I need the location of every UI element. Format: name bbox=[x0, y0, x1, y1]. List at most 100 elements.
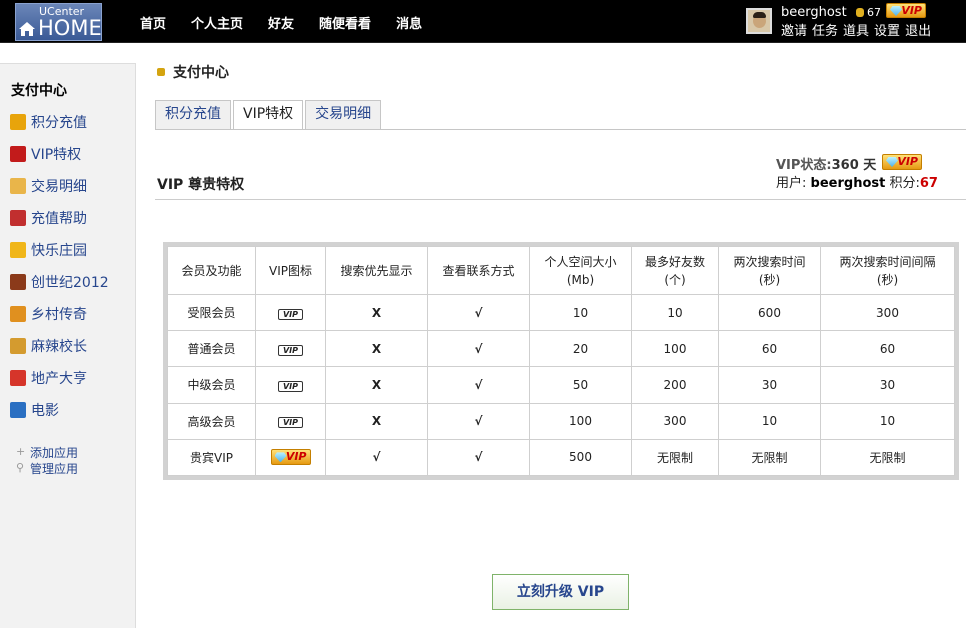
props-link[interactable]: 道具 bbox=[843, 20, 869, 39]
upgrade-vip-button[interactable]: 立刻升级 VIP bbox=[492, 574, 629, 610]
sidebar-item-genesis-2012[interactable]: 创世纪2012 bbox=[10, 266, 109, 298]
sidebar-item-movie[interactable]: 电影 bbox=[10, 394, 109, 426]
wrench-icon: ⚲ bbox=[16, 461, 25, 474]
sidebar-item-happy-farm[interactable]: 快乐庄园 bbox=[10, 234, 109, 266]
vip-privilege-table-frame: 会员及功能 VIP图标 搜索优先显示 查看联系方式 个人空间大小 (Mb) 最多… bbox=[163, 242, 959, 480]
vip-level-icon: VIP bbox=[278, 308, 303, 320]
col-search-interval: 两次搜索时间间隔 (秒) bbox=[820, 246, 955, 295]
sidebar: 支付中心 积分充值 VIP特权 交易明细 充值帮助 快乐庄园 创世纪2012 乡… bbox=[0, 63, 136, 628]
tab-vip[interactable]: VIP特权 bbox=[233, 100, 304, 130]
sidebar-item-label: 乡村传奇 bbox=[31, 307, 87, 323]
add-app-link[interactable]: + 添加应用 bbox=[16, 444, 78, 460]
nav-messages[interactable]: 消息 bbox=[396, 13, 422, 32]
user-menu: 邀请 任务 道具 设置 退出 bbox=[781, 20, 931, 39]
logo-main-text: HOME bbox=[38, 16, 102, 40]
top-bar: UCenter HOME 首页 个人主页 好友 随便看看 消息 beerghos… bbox=[0, 0, 966, 43]
vip-badge-text: VIP bbox=[901, 4, 922, 17]
vip-badge[interactable]: VIP bbox=[886, 3, 926, 18]
coin-icon bbox=[856, 8, 864, 17]
cell-time: 无限制 bbox=[718, 438, 821, 477]
table-header-row: 会员及功能 VIP图标 搜索优先显示 查看联系方式 个人空间大小 (Mb) 最多… bbox=[167, 246, 955, 295]
main-content: 支付中心 积分充值 VIP特权 交易明细 VIP 尊贵特权 VIP状态:360 … bbox=[136, 43, 966, 628]
cell-contact: √ bbox=[427, 293, 530, 332]
cell-contact: √ bbox=[427, 402, 530, 440]
cell-time: 600 bbox=[718, 293, 821, 332]
avatar[interactable] bbox=[746, 8, 772, 34]
col-search-priority: 搜索优先显示 bbox=[325, 246, 428, 295]
nav-browse[interactable]: 随便看看 bbox=[319, 13, 371, 32]
logout-link[interactable]: 退出 bbox=[905, 20, 931, 39]
village-icon bbox=[10, 306, 26, 322]
tab-transactions[interactable]: 交易明细 bbox=[305, 100, 382, 129]
help-icon bbox=[10, 210, 26, 226]
cell-time: 30 bbox=[718, 366, 821, 404]
sidebar-item-points-recharge[interactable]: 积分充值 bbox=[10, 106, 109, 138]
coin-stack-icon bbox=[157, 68, 165, 76]
cell-contact: √ bbox=[427, 438, 530, 477]
cell-name: 中级会员 bbox=[167, 366, 256, 404]
vip-level-icon: VIP bbox=[278, 380, 303, 392]
settings-link[interactable]: 设置 bbox=[874, 20, 900, 39]
cell-interval: 60 bbox=[820, 330, 955, 368]
diamond-icon bbox=[886, 157, 898, 167]
col-space: 个人空间大小 (Mb) bbox=[529, 246, 632, 295]
points-count: 67 bbox=[867, 6, 881, 19]
vip-status-badge: VIP bbox=[882, 154, 922, 170]
nav-friends[interactable]: 好友 bbox=[268, 13, 294, 32]
logo[interactable]: UCenter HOME bbox=[15, 3, 102, 41]
plus-icon: + bbox=[16, 445, 26, 458]
sidebar-item-label: 交易明细 bbox=[31, 179, 87, 195]
col-vip-icon: VIP图标 bbox=[255, 246, 326, 295]
sidebar-item-label: 充值帮助 bbox=[31, 211, 87, 227]
sidebar-item-label: 快乐庄园 bbox=[31, 243, 87, 259]
sidebar-item-vip[interactable]: VIP特权 bbox=[10, 138, 109, 170]
cell-contact: √ bbox=[427, 366, 530, 404]
tab-points-recharge[interactable]: 积分充值 bbox=[155, 100, 231, 129]
user-panel: beerghost 67 VIP 邀请 任务 道具 设置 退出 bbox=[746, 3, 962, 39]
sidebar-item-label: 麻辣校长 bbox=[31, 339, 87, 355]
username-link[interactable]: beerghost bbox=[781, 5, 847, 20]
vip-level-icon-cell: VIP bbox=[255, 293, 326, 332]
cell-interval: 10 bbox=[820, 402, 955, 440]
cell-search: X bbox=[325, 366, 428, 404]
home-icon bbox=[19, 22, 35, 36]
sidebar-item-real-estate[interactable]: 地产大亨 bbox=[10, 362, 109, 394]
nav-home[interactable]: 首页 bbox=[140, 13, 166, 32]
sidebar-title: 支付中心 bbox=[11, 83, 67, 99]
cell-search: X bbox=[325, 402, 428, 440]
vip-level-icon-cell: VIP bbox=[255, 402, 326, 440]
manage-app-link[interactable]: ⚲ 管理应用 bbox=[16, 460, 78, 476]
cell-interval: 30 bbox=[820, 366, 955, 404]
col-friends: 最多好友数 (个) bbox=[631, 246, 719, 295]
nav-profile[interactable]: 个人主页 bbox=[191, 13, 243, 32]
table-row: 中级会员 VIP X √ 50 200 30 30 bbox=[167, 366, 955, 404]
table-row: 普通会员 VIP X √ 20 100 60 60 bbox=[167, 330, 955, 368]
section-divider bbox=[155, 199, 966, 200]
cell-space: 50 bbox=[529, 366, 632, 404]
vip-gold-badge-icon: VIP bbox=[270, 449, 311, 466]
col-contact: 查看联系方式 bbox=[427, 246, 530, 295]
coins-icon bbox=[10, 114, 26, 130]
vip-level-icon: VIP bbox=[278, 417, 303, 429]
sidebar-app-links: + 添加应用 ⚲ 管理应用 bbox=[16, 444, 78, 476]
page-title: 支付中心 bbox=[157, 62, 229, 82]
sidebar-item-label: VIP特权 bbox=[31, 147, 82, 163]
user-info-line: 用户: beerghost 积分:67 bbox=[776, 176, 938, 191]
invite-link[interactable]: 邀请 bbox=[781, 20, 807, 39]
vip-level-icon-cell: VIP bbox=[255, 438, 326, 477]
sidebar-item-label: 创世纪2012 bbox=[31, 275, 109, 291]
sidebar-list: 积分充值 VIP特权 交易明细 充值帮助 快乐庄园 创世纪2012 乡村传奇 麻… bbox=[10, 106, 109, 426]
cell-time: 10 bbox=[718, 402, 821, 440]
real-estate-icon bbox=[10, 370, 26, 386]
cell-name: 普通会员 bbox=[167, 330, 256, 368]
task-link[interactable]: 任务 bbox=[812, 20, 838, 39]
cell-friends: 200 bbox=[631, 366, 719, 404]
sidebar-item-label: 积分充值 bbox=[31, 115, 87, 131]
sidebar-item-spicy-principal[interactable]: 麻辣校长 bbox=[10, 330, 109, 362]
col-member: 会员及功能 bbox=[167, 246, 256, 295]
sidebar-item-transactions[interactable]: 交易明细 bbox=[10, 170, 109, 202]
vip-icon bbox=[10, 146, 26, 162]
sidebar-item-village-legend[interactable]: 乡村传奇 bbox=[10, 298, 109, 330]
cell-name: 高级会员 bbox=[167, 402, 256, 440]
sidebar-item-recharge-help[interactable]: 充值帮助 bbox=[10, 202, 109, 234]
